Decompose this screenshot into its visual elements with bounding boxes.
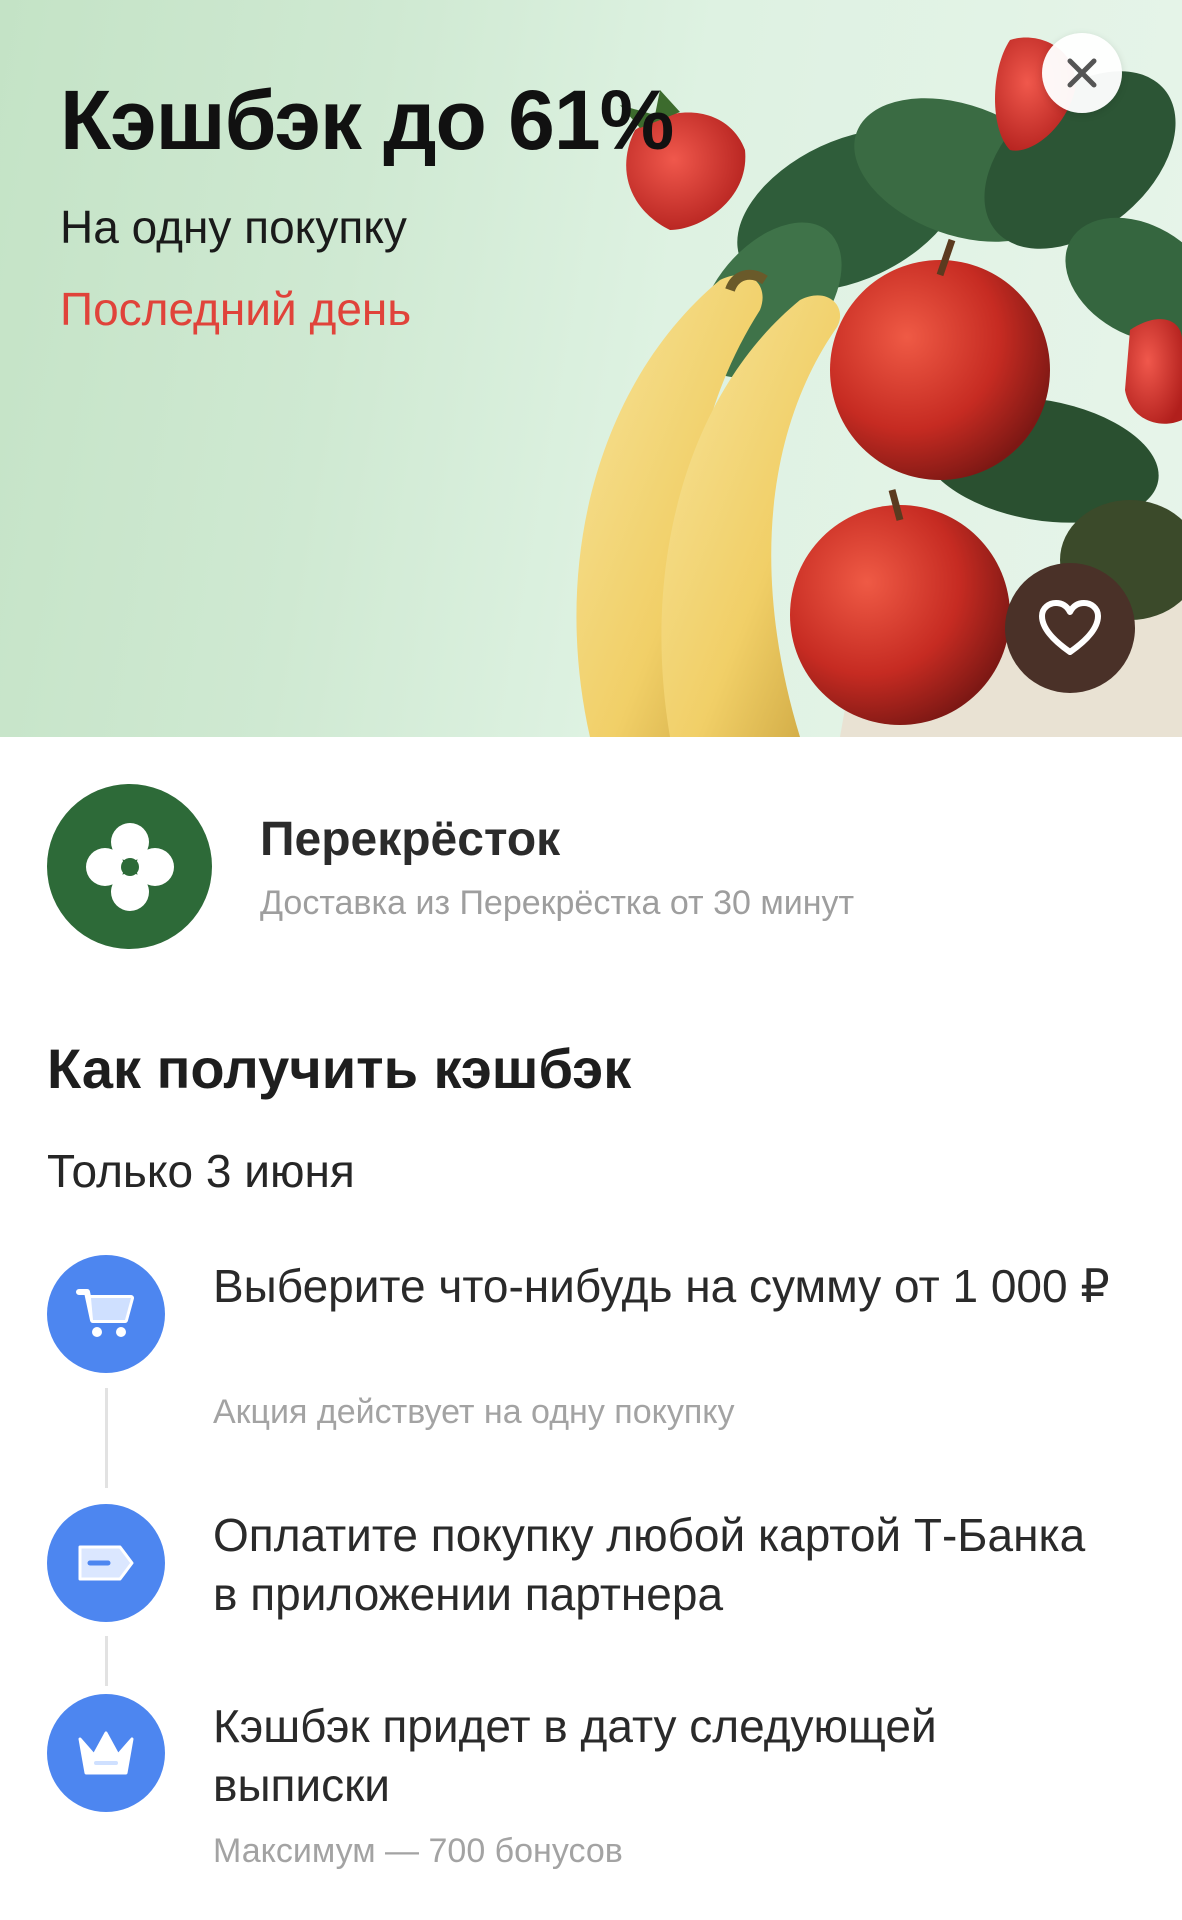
clover-logo-icon bbox=[85, 822, 174, 911]
cart-icon bbox=[76, 1289, 134, 1337]
close-button[interactable] bbox=[1042, 33, 1122, 113]
step-1-title: Выберите что-нибудь на сумму от 1 000 ₽ bbox=[213, 1260, 1110, 1312]
hero-title: Кэшбэк до 61% bbox=[60, 73, 674, 167]
crown-icon bbox=[78, 1731, 134, 1775]
step-3-note: Максимум — 700 бонусов bbox=[213, 1832, 623, 1870]
hero-banner: Кэшбэк до 61% На одну покупку Последний … bbox=[0, 0, 1182, 737]
merchant-name: Перекрёсток bbox=[260, 813, 561, 866]
step-1-note: Акция действует на одну покупку bbox=[213, 1393, 735, 1431]
hero-deadline: Последний день bbox=[60, 283, 412, 335]
close-icon bbox=[1067, 58, 1097, 88]
step-connector bbox=[105, 1636, 108, 1686]
step-3-title: Кэшбэк придет в дату следующей выписки bbox=[213, 1700, 937, 1811]
step-2-title: Оплатите покупку любой картой Т-Банка в … bbox=[213, 1509, 1086, 1620]
step-3-icon-circle bbox=[47, 1694, 165, 1812]
heart-icon bbox=[1039, 600, 1101, 655]
favorite-button[interactable] bbox=[1005, 563, 1135, 693]
section-title: Как получить кэшбэк bbox=[47, 1037, 632, 1100]
merchant-description: Доставка из Перекрёстка от 30 минут bbox=[260, 884, 855, 922]
card-icon bbox=[78, 1545, 134, 1581]
step-1-icon-circle bbox=[47, 1255, 165, 1373]
step-connector bbox=[105, 1388, 108, 1488]
merchant-logo bbox=[47, 784, 212, 949]
step-2-icon-circle bbox=[47, 1504, 165, 1622]
hero-subtitle: На одну покупку bbox=[60, 201, 407, 253]
date-note: Только 3 июня bbox=[47, 1145, 355, 1197]
